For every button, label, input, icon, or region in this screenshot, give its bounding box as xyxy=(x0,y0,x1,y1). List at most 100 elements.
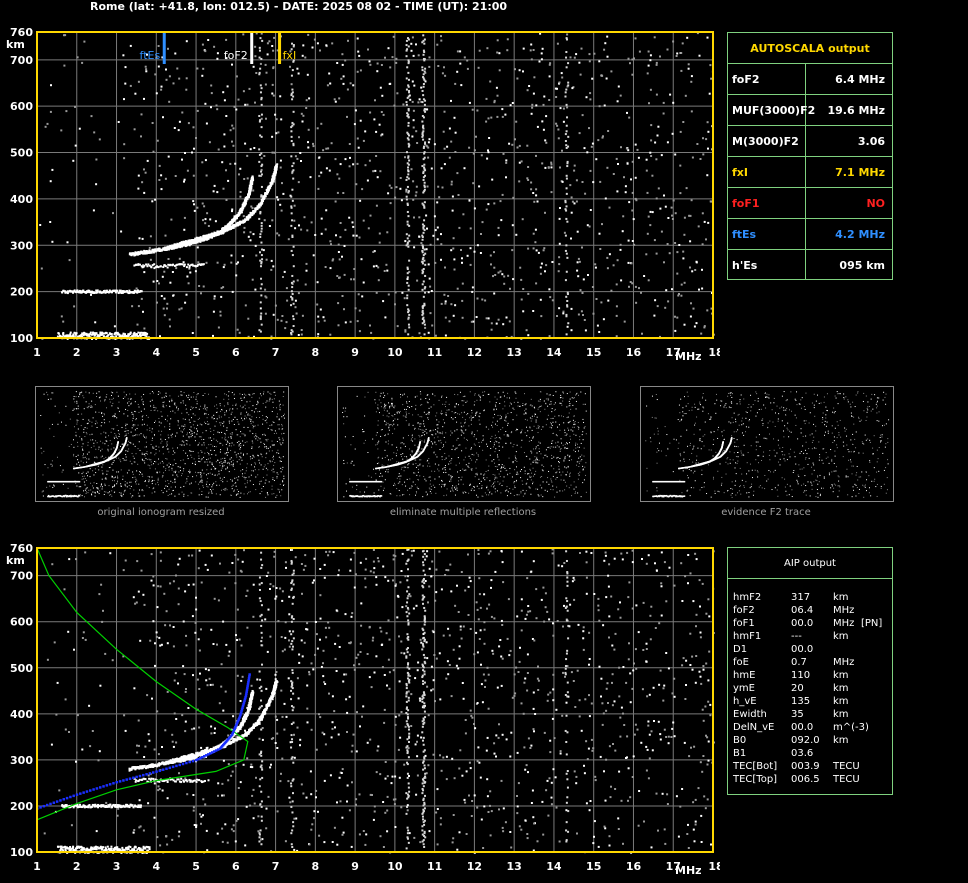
aip-cell: km xyxy=(833,670,849,681)
aip-row: foF1 00.0 MHz [PN] xyxy=(733,617,892,630)
x-tick-label: 14 xyxy=(546,860,562,873)
aip-cell: MHz xyxy=(833,605,855,616)
echo-traces xyxy=(56,163,279,340)
x-tick-label: 18 xyxy=(708,860,720,873)
noise-points xyxy=(43,548,715,854)
aip-cell: km xyxy=(833,592,849,603)
x-tick-label: 11 xyxy=(427,860,442,873)
autoscala-key: h'Es xyxy=(728,250,806,280)
autoscala-output-table: AUTOSCALA output foF2 6.4 MHz MUF(3000)F2 1… xyxy=(727,32,893,280)
y-tick-label: 100 xyxy=(10,846,33,859)
aip-cell: h_vE xyxy=(733,696,757,707)
aip-row: h_vE 135 km xyxy=(733,695,892,708)
aip-cell: foF2 xyxy=(733,605,755,616)
aip-row: ymE 20 km xyxy=(733,682,892,695)
thumbnail-caption-eliminate: eliminate multiple reflections xyxy=(389,507,537,518)
aip-cell: km xyxy=(833,683,849,694)
aip-cell: B0 xyxy=(733,735,747,746)
x-tick-label: 16 xyxy=(626,860,642,873)
aip-row: DelN_vE 00.0 m^(-3) xyxy=(733,721,892,734)
aip-cell: hmF1 xyxy=(733,631,762,642)
x-tick-label: 8 xyxy=(312,860,320,873)
x-tick-label: 4 xyxy=(152,860,160,873)
autoscala-value: 095 km xyxy=(839,258,885,272)
aip-cell: TEC[Bot] xyxy=(733,761,778,772)
aip-row: hmE 110 km xyxy=(733,669,892,682)
aip-cell: Ewidth xyxy=(733,709,767,720)
y-tick-label: 200 xyxy=(10,286,33,299)
echo-traces xyxy=(56,678,279,854)
autoscala-value: 6.4 MHz xyxy=(835,72,885,86)
y-tick-label: 300 xyxy=(10,239,33,252)
aip-cell: 35 xyxy=(791,709,804,720)
x-axis-unit: MHz xyxy=(675,864,702,877)
aip-row: foE 0.7 MHz xyxy=(733,656,892,669)
thumbnail-caption-evidence: evidence F2 trace xyxy=(721,507,811,518)
aip-row: hmF1 --- km xyxy=(733,630,892,643)
aip-row: foF2 06.4 MHz xyxy=(733,604,892,617)
x-tick-label: 15 xyxy=(586,860,601,873)
x-tick-label: 8 xyxy=(312,346,320,359)
aip-cell: 003.9 xyxy=(791,761,820,772)
thumbnail-evidence-f2 xyxy=(640,386,894,502)
aip-cell: D1 xyxy=(733,644,748,655)
aip-cell: 00.0 xyxy=(791,722,814,733)
x-tick-label: 11 xyxy=(427,346,442,359)
thumbnail-caption-original: original ionogram resized xyxy=(97,507,225,518)
autoscala-row: M(3000)F2 3.06 xyxy=(728,126,892,157)
aip-cell: foE xyxy=(733,657,749,668)
aip-cell: 20 xyxy=(791,683,804,694)
x-tick-label: 15 xyxy=(586,346,601,359)
aip-cell: TECU xyxy=(833,774,860,785)
aip-cell: TECU xyxy=(833,761,860,772)
marker-label-fxi: fxI xyxy=(283,49,297,62)
y-tick-label: 100 xyxy=(10,332,33,345)
x-tick-label: 3 xyxy=(113,346,121,359)
y-axis-unit: km xyxy=(6,554,25,567)
aip-cell: km xyxy=(833,709,849,720)
y-axis-unit: km xyxy=(6,38,25,51)
marker-fxi xyxy=(278,32,282,64)
y-tick-label: 600 xyxy=(10,616,33,629)
aip-cell: 317 xyxy=(791,592,811,603)
aip-cell: 06.4 xyxy=(791,605,814,616)
x-axis-unit: MHz xyxy=(675,350,702,363)
autoscala-key: fxI xyxy=(728,157,806,187)
aip-cell: 092.0 xyxy=(791,735,820,746)
autoscala-key: foF1 xyxy=(728,188,806,218)
y-tick-label: 600 xyxy=(10,100,33,113)
x-tick-label: 3 xyxy=(113,860,121,873)
aip-cell: 135 xyxy=(791,696,811,707)
aip-cell: TEC[Top] xyxy=(733,774,778,785)
autoscala-row: MUF(3000)F2 19.6 MHz xyxy=(728,95,892,126)
autoscala-value: 19.6 MHz xyxy=(827,103,885,117)
marker-label-ftes: ftEs xyxy=(140,49,161,62)
autoscala-key: M(3000)F2 xyxy=(728,126,806,156)
thumbnail-original xyxy=(35,386,289,502)
x-tick-label: 14 xyxy=(546,346,562,359)
aip-row: B0 092.0 km xyxy=(733,734,892,747)
autoscala-value: 4.2 MHz xyxy=(835,227,885,241)
aip-cell: km xyxy=(833,735,849,746)
aip-cell: B1 xyxy=(733,748,747,759)
aip-cell xyxy=(833,747,861,760)
aip-cell: MHz xyxy=(833,657,855,668)
y-tick-label: 500 xyxy=(10,147,33,160)
y-tick-label: 200 xyxy=(10,800,33,813)
aip-output-table: AIP output hmF2 317 km foF2 06.4 MHz foF1 00.0 M… xyxy=(727,547,893,795)
aip-row: B1 03.6 xyxy=(733,747,892,760)
aip-row: hmF2 317 km xyxy=(733,591,892,604)
autoscala-row: foF2 6.4 MHz xyxy=(728,64,892,95)
x-tick-label: 10 xyxy=(387,346,403,359)
x-tick-label: 9 xyxy=(351,346,359,359)
marker-ftes xyxy=(162,32,166,64)
x-tick-label: 5 xyxy=(192,346,200,359)
y-tick-label: 400 xyxy=(10,193,33,206)
aip-cell: hmE xyxy=(733,670,756,681)
x-tick-label: 18 xyxy=(708,346,720,359)
autoscala-value: NO xyxy=(866,196,885,210)
aip-cell xyxy=(833,643,861,656)
y-tick-label: 700 xyxy=(10,570,33,583)
x-tick-label: 12 xyxy=(467,346,482,359)
ionogram-top-chart: ftEs foF2 fxI1 2 3 4 5 6 7 8 9 10 11 12 13 14 15 16 17 18MH… xyxy=(6,26,720,363)
